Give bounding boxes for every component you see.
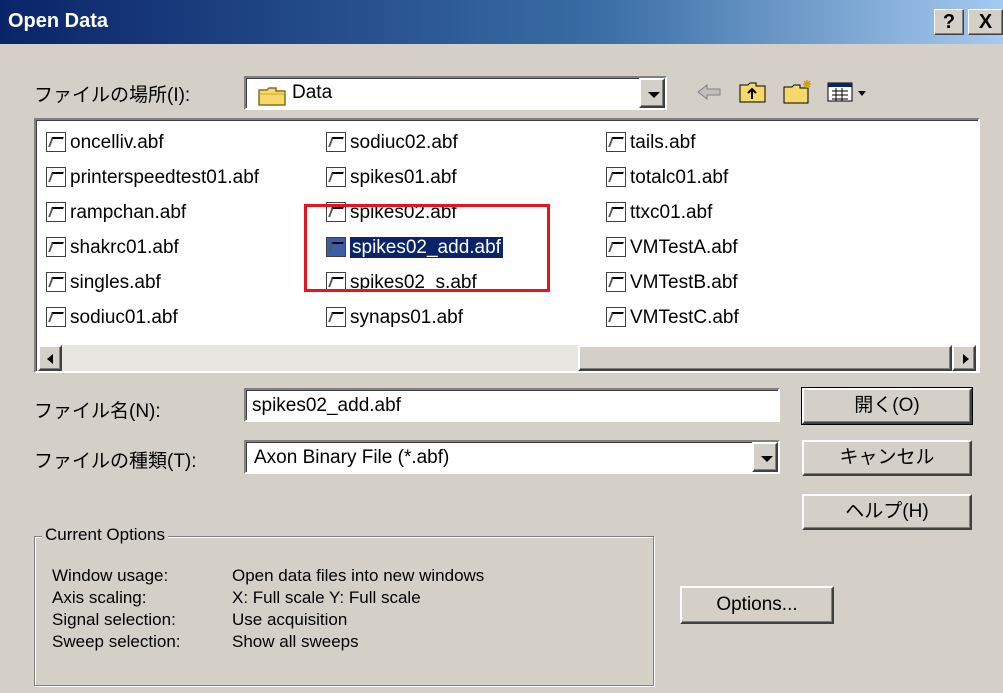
- file-icon: [46, 132, 66, 152]
- file-name: VMTestA.abf: [630, 237, 738, 258]
- file-name: synaps01.abf: [350, 307, 464, 328]
- option-key: Window usage:: [52, 566, 169, 585]
- list-item[interactable]: VMTestB.abf: [606, 270, 738, 296]
- list-item[interactable]: sodiuc01.abf: [46, 305, 178, 331]
- selection-highlight-box: [304, 204, 550, 292]
- filename-value: spikes02_add.abf: [252, 395, 401, 416]
- scroll-right-button[interactable]: [952, 345, 976, 371]
- list-item[interactable]: sodiuc02.abf: [326, 130, 458, 156]
- file-icon: [46, 237, 66, 257]
- horizontal-scrollbar[interactable]: [38, 345, 976, 371]
- scroll-thumb[interactable]: [578, 345, 952, 371]
- option-value: Use acquisition: [232, 610, 348, 629]
- file-name: VMTestC.abf: [630, 307, 739, 328]
- scroll-left-button[interactable]: [38, 345, 62, 371]
- filetype-dropdown-button[interactable]: [752, 442, 778, 472]
- file-name: shakrc01.abf: [70, 237, 179, 258]
- close-button[interactable]: X: [968, 9, 1003, 35]
- file-icon: [606, 272, 626, 292]
- new-folder-icon[interactable]: [782, 79, 814, 105]
- file-name: oncelliv.abf: [70, 132, 164, 153]
- up-folder-icon[interactable]: [738, 79, 768, 105]
- cancel-button[interactable]: キャンセル: [802, 440, 972, 476]
- look-in-label: ファイルの場所(I):: [34, 85, 191, 106]
- file-name: spikes01.abf: [350, 167, 457, 188]
- filetype-value: Axon Binary File (*.abf): [254, 447, 450, 468]
- file-name: rampchan.abf: [70, 202, 187, 223]
- file-icon: [46, 167, 66, 187]
- filename-label: ファイル名(N):: [34, 401, 161, 422]
- view-menu-icon[interactable]: [826, 79, 870, 105]
- file-name: sodiuc01.abf: [70, 307, 178, 328]
- list-item[interactable]: singles.abf: [46, 270, 161, 296]
- look-in-dropdown-button[interactable]: [639, 78, 665, 108]
- list-item[interactable]: oncelliv.abf: [46, 130, 164, 156]
- file-name: VMTestB.abf: [630, 272, 738, 293]
- file-name: totalc01.abf: [630, 167, 729, 188]
- file-icon: [326, 307, 346, 327]
- file-name: ttxc01.abf: [630, 202, 713, 223]
- file-name: sodiuc02.abf: [350, 132, 458, 153]
- look-in-value: Data: [292, 82, 333, 103]
- file-icon: [46, 272, 66, 292]
- list-item[interactable]: tails.abf: [606, 130, 695, 156]
- file-name: printerspeedtest01.abf: [70, 167, 260, 188]
- file-name: singles.abf: [70, 272, 161, 293]
- list-item[interactable]: synaps01.abf: [326, 305, 463, 331]
- file-icon: [606, 202, 626, 222]
- filetype-select[interactable]: Axon Binary File (*.abf): [244, 440, 780, 474]
- list-item[interactable]: rampchan.abf: [46, 200, 186, 226]
- back-arrow-icon[interactable]: [694, 79, 724, 105]
- filetype-label: ファイルの種類(T):: [34, 451, 197, 472]
- option-key: Axis scaling:: [52, 588, 147, 607]
- option-key: Sweep selection:: [52, 632, 181, 651]
- list-item[interactable]: shakrc01.abf: [46, 235, 179, 261]
- list-item[interactable]: spikes01.abf: [326, 165, 457, 191]
- list-item[interactable]: totalc01.abf: [606, 165, 728, 191]
- open-button[interactable]: 開く(O): [801, 387, 973, 425]
- options-button[interactable]: Options...: [680, 586, 834, 624]
- list-item[interactable]: printerspeedtest01.abf: [46, 165, 259, 191]
- file-icon: [46, 202, 66, 222]
- file-icon: [46, 307, 66, 327]
- file-name: tails.abf: [630, 132, 696, 153]
- folder-icon: [258, 86, 286, 106]
- option-value: Show all sweeps: [232, 632, 359, 651]
- current-options-title: Current Options: [42, 525, 168, 545]
- list-item[interactable]: VMTestC.abf: [606, 305, 739, 331]
- help-button[interactable]: ヘルプ(H): [802, 494, 972, 530]
- title-bar[interactable]: Open Data ? X: [0, 0, 1003, 44]
- option-value: Open data files into new windows: [232, 566, 485, 585]
- file-icon: [326, 167, 346, 187]
- file-icon: [606, 132, 626, 152]
- help-title-button[interactable]: ?: [934, 9, 964, 35]
- file-icon: [606, 167, 626, 187]
- file-icon: [326, 132, 346, 152]
- filename-input[interactable]: spikes02_add.abf: [244, 388, 780, 422]
- file-icon: [606, 307, 626, 327]
- window-title: Open Data: [8, 10, 109, 32]
- option-value: X: Full scale Y: Full scale: [232, 588, 421, 607]
- option-key: Signal selection:: [52, 610, 176, 629]
- list-item[interactable]: VMTestA.abf: [606, 235, 738, 261]
- list-item[interactable]: ttxc01.abf: [606, 200, 712, 226]
- file-icon: [606, 237, 626, 257]
- look-in-combo[interactable]: Data: [244, 76, 667, 110]
